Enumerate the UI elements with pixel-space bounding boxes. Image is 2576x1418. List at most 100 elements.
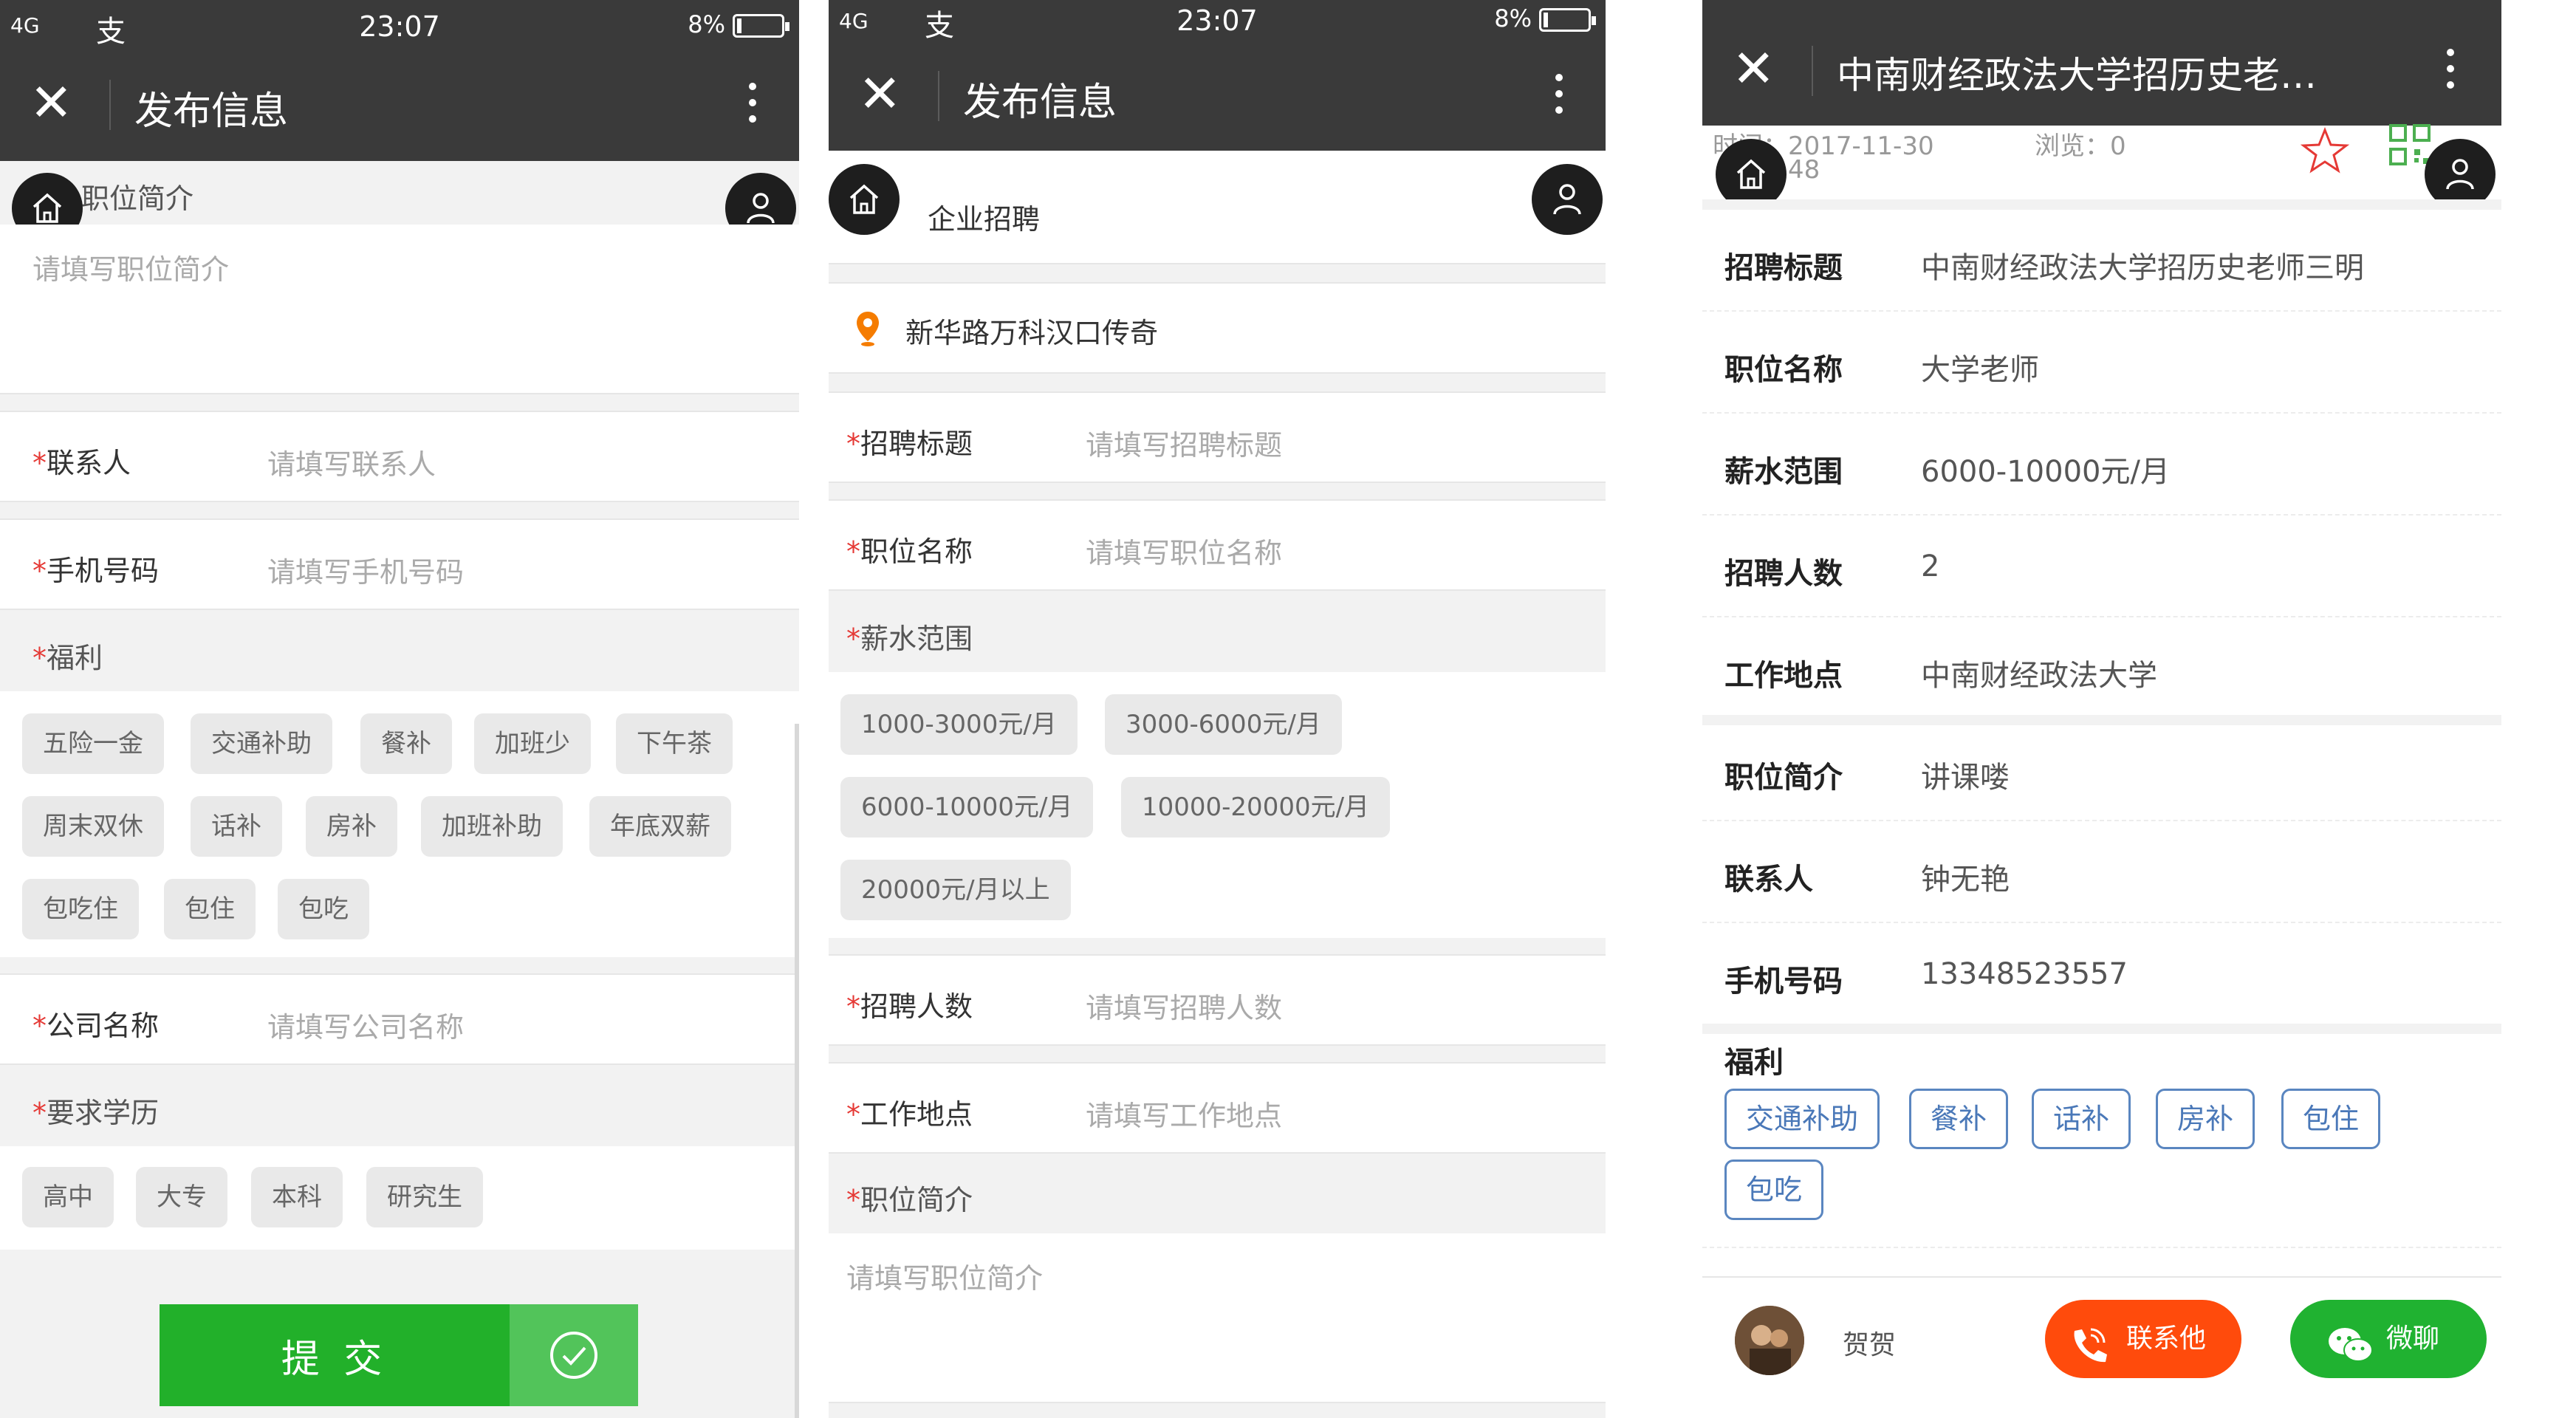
detail-screen: ✕ 中南财经政法大学招历史老… 时间：2017-11-30 48 浏览：0 招聘… (1702, 0, 2501, 1418)
intro-textarea[interactable]: 请填写职位简介 (829, 1233, 1606, 1403)
intro-label: *职位简介 (846, 1184, 973, 1216)
home-button[interactable] (829, 164, 900, 235)
chip-education[interactable]: 大专 (136, 1167, 227, 1227)
detail-row-place: 工作地点 中南财经政法大学 (1724, 659, 2157, 693)
chip-benefit[interactable]: 加班少 (474, 713, 591, 774)
close-icon[interactable]: ✕ (30, 77, 73, 129)
check-icon (510, 1304, 638, 1406)
contact-field-row: *联系人 请填写联系人 (0, 411, 799, 502)
company-label: *公司名称 (32, 1010, 160, 1042)
chip-benefit[interactable]: 年底双薪 (589, 796, 731, 857)
scrollbar[interactable] (795, 724, 799, 1418)
spacer (829, 1046, 1606, 1064)
detail-row-salary: 薪水范围 6000-10000元/月 (1702, 414, 2501, 516)
detail-row-position: 职位名称 大学老师 (1702, 312, 2501, 414)
benefits-header: *福利 (0, 610, 799, 691)
close-icon[interactable]: ✕ (858, 68, 902, 120)
chip-salary[interactable]: 3000-6000元/月 (1105, 694, 1342, 755)
spacer (0, 394, 799, 412)
location-row[interactable]: 新华路万科汉口传奇 (829, 282, 1606, 374)
location-label: 新华路万科汉口传奇 (905, 317, 1159, 349)
chip-benefit[interactable]: 加班补助 (421, 796, 563, 857)
place-input[interactable]: 请填写工作地点 (1086, 1093, 1282, 1134)
chip-benefit[interactable]: 包吃 (278, 879, 369, 939)
chip-benefit[interactable]: 下午茶 (616, 713, 733, 774)
chip-benefit[interactable]: 房补 (306, 796, 397, 857)
spacer (0, 957, 799, 975)
form-screen-1: 4G 支 23:07 8% ✕ 发布信息 职位简介 请填写职位简介 *联系人 请… (0, 0, 799, 1418)
count-field-row: *招聘人数 请填写招聘人数 (829, 954, 1606, 1046)
chip-benefit[interactable]: 餐补 (360, 713, 452, 774)
spacer (1702, 199, 2501, 210)
benefit-tag: 包吃 (1724, 1160, 1824, 1220)
contact-label: *联系人 (32, 447, 131, 479)
count-field-label: *招聘人数 (846, 990, 973, 1023)
benefits-chips: 五险一金 交通补助 餐补 加班少 下午茶 周末双休 话补 房补 加班补助 年底双… (0, 691, 799, 957)
chip-salary[interactable]: 20000元/月以上 (840, 860, 1071, 920)
bottom-action-bar: 贺贺 联系他 微聊 (1702, 1276, 2501, 1418)
status-bar: 4G 支 23:07 8% (829, 0, 1606, 43)
user-icon (1553, 184, 1581, 215)
submit-label: 提 交 (281, 1337, 388, 1382)
title-divider (938, 71, 939, 121)
phone-icon (2067, 1319, 2109, 1397)
category-row[interactable]: 企业招聘 (829, 151, 1606, 264)
chip-benefit[interactable]: 五险一金 (22, 713, 164, 774)
position-input[interactable]: 请填写职位名称 (1086, 530, 1282, 571)
battery-icon (733, 14, 789, 38)
benefit-tag: 房补 (2156, 1089, 2255, 1149)
close-icon[interactable]: ✕ (1732, 43, 1775, 95)
chip-salary[interactable]: 6000-10000元/月 (840, 777, 1094, 838)
chip-salary[interactable]: 1000-3000元/月 (840, 694, 1078, 755)
submit-button[interactable]: 提 交 (160, 1304, 638, 1406)
section-header: 职位简介 (0, 161, 799, 225)
count-input[interactable]: 请填写招聘人数 (1086, 985, 1282, 1026)
battery-indicator: 8% (1494, 4, 1596, 32)
education-label: *要求学历 (32, 1097, 160, 1129)
more-icon[interactable] (2447, 49, 2454, 93)
chip-education[interactable]: 研究生 (366, 1167, 483, 1227)
detail-row-contact: 联系人 钟无艳 (1702, 821, 2501, 923)
chip-education[interactable]: 高中 (22, 1167, 114, 1227)
phone-input[interactable]: 请填写手机号码 (267, 549, 464, 590)
detail-row-count: 招聘人数 2 (1702, 516, 2501, 617)
title-bar: ✕ 中南财经政法大学招历史老… (1702, 0, 2501, 126)
meta-views: 浏览：0 (2035, 131, 2126, 161)
more-icon[interactable] (1555, 74, 1563, 118)
more-icon[interactable] (749, 83, 756, 127)
favorite-star-icon[interactable] (2299, 126, 2351, 180)
meta-time-rest: 48 (1788, 155, 1820, 185)
chip-benefit[interactable]: 包吃住 (22, 879, 139, 939)
chip-benefit[interactable]: 包住 (164, 879, 256, 939)
title-field-label: *招聘标题 (846, 428, 973, 460)
user-icon (2446, 159, 2474, 190)
title-input[interactable]: 请填写招聘标题 (1086, 422, 1282, 463)
company-input[interactable]: 请填写公司名称 (267, 1004, 464, 1045)
home-icon (849, 184, 879, 214)
chip-education[interactable]: 本科 (251, 1167, 343, 1227)
user-button[interactable] (1532, 164, 1603, 235)
benefit-tag: 话补 (2032, 1089, 2131, 1149)
spacer (829, 483, 1606, 501)
place-field-label: *工作地点 (846, 1098, 973, 1131)
chat-button[interactable]: 微聊 (2290, 1300, 2487, 1378)
chip-benefit[interactable]: 话补 (191, 796, 282, 857)
chip-benefit[interactable]: 交通补助 (191, 713, 332, 774)
page-title: 中南财经政法大学招历史老… (1837, 54, 2317, 97)
education-chips: 高中 大专 本科 研究生 (0, 1146, 799, 1250)
benefit-tag: 交通补助 (1724, 1089, 1880, 1149)
qrcode-icon[interactable] (2389, 124, 2431, 165)
clock: 23:07 (1176, 4, 1258, 37)
location-pin-icon (855, 310, 880, 350)
user-icon (747, 193, 775, 224)
chip-benefit[interactable]: 周末双休 (22, 796, 164, 857)
title-divider (1812, 46, 1813, 96)
call-button[interactable]: 联系他 (2045, 1300, 2241, 1378)
contact-input[interactable]: 请填写联系人 (267, 442, 436, 482)
avatar[interactable] (1735, 1306, 1804, 1375)
chip-salary[interactable]: 10000-20000元/月 (1121, 777, 1391, 838)
section-label-intro: 职位简介 (81, 182, 194, 215)
intro-textarea[interactable]: 请填写职位简介 (0, 225, 799, 394)
call-label: 联系他 (2126, 1323, 2207, 1354)
meta-row: 时间：2017-11-30 48 浏览：0 (1702, 124, 2501, 199)
